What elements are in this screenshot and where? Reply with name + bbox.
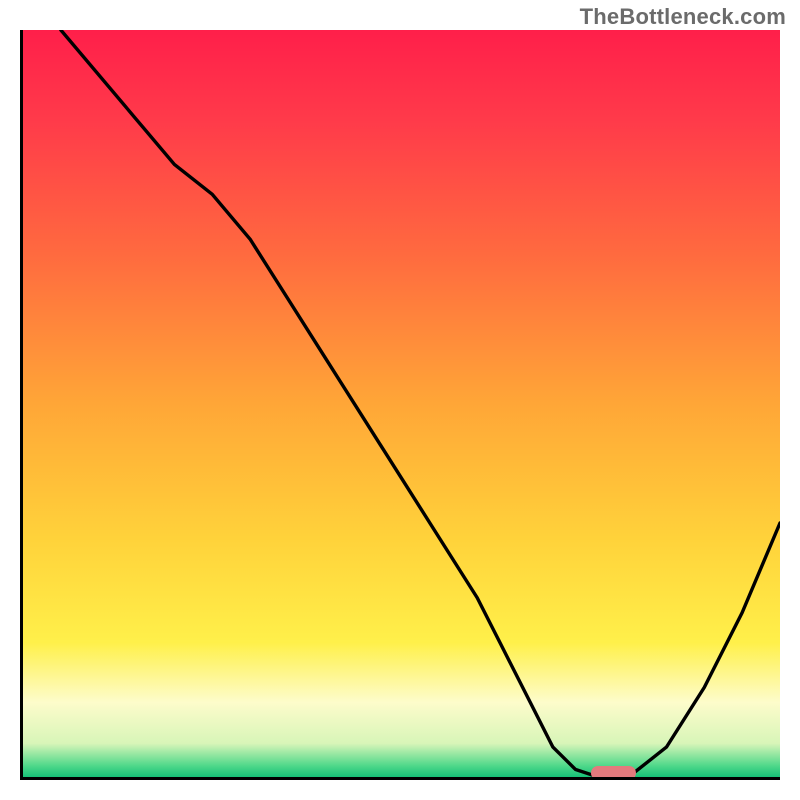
watermark-text: TheBottleneck.com xyxy=(580,4,786,30)
axes-frame xyxy=(20,30,780,780)
chart-stage: TheBottleneck.com xyxy=(0,0,800,800)
